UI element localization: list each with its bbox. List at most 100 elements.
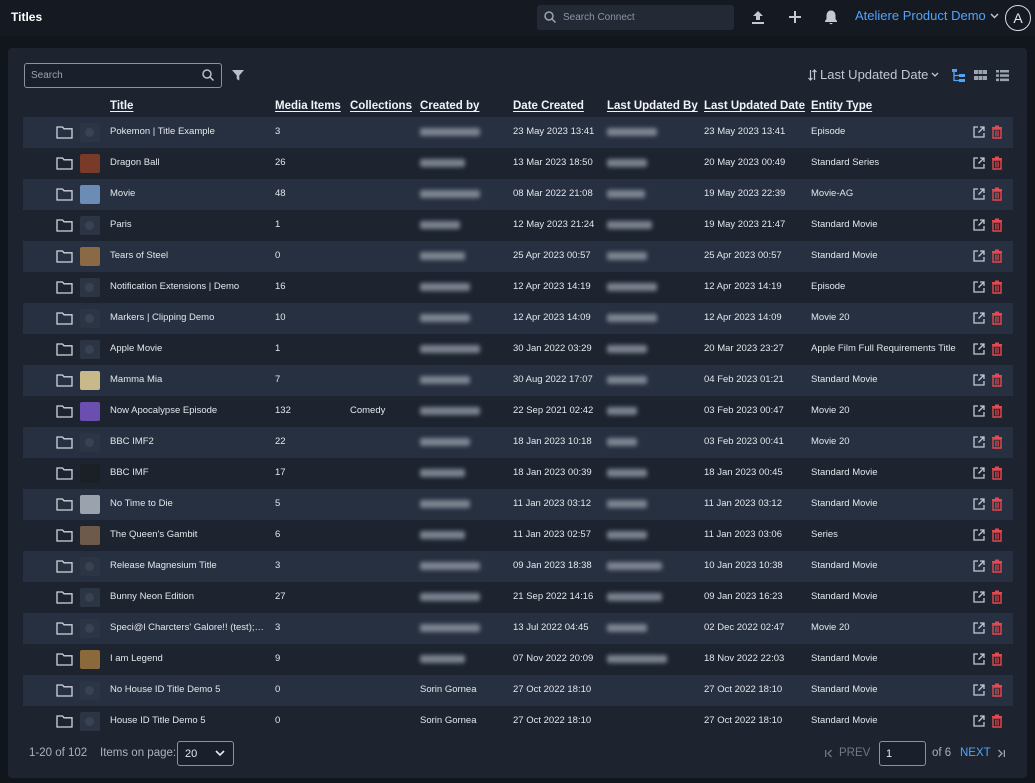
delete-icon[interactable] bbox=[991, 156, 1003, 170]
delete-icon[interactable] bbox=[991, 311, 1003, 325]
folder-icon[interactable] bbox=[56, 590, 73, 604]
delete-icon[interactable] bbox=[991, 714, 1003, 728]
table-row[interactable]: Dragon Ball 26 13 Mar 2023 18:50 20 May 202… bbox=[23, 148, 1013, 179]
folder-icon[interactable] bbox=[56, 714, 73, 728]
open-external-icon[interactable] bbox=[972, 404, 986, 418]
open-external-icon[interactable] bbox=[972, 528, 986, 542]
title-cell[interactable]: Tears of Steel bbox=[110, 250, 265, 261]
column-header-date-created[interactable]: Date Created bbox=[513, 100, 584, 112]
open-external-icon[interactable] bbox=[972, 590, 986, 604]
tree-view-icon[interactable] bbox=[951, 68, 966, 83]
column-header-created-by[interactable]: Created by bbox=[420, 100, 479, 112]
delete-icon[interactable] bbox=[991, 187, 1003, 201]
open-external-icon[interactable] bbox=[972, 497, 986, 511]
delete-icon[interactable] bbox=[991, 125, 1003, 139]
delete-icon[interactable] bbox=[991, 683, 1003, 697]
open-external-icon[interactable] bbox=[972, 683, 986, 697]
prev-page-button[interactable]: PREV bbox=[824, 747, 870, 759]
table-row[interactable]: Notification Extensions | Demo 16 12 Apr 2… bbox=[23, 272, 1013, 303]
folder-icon[interactable] bbox=[56, 497, 73, 511]
items-per-page-select[interactable]: 20 bbox=[177, 741, 234, 766]
folder-icon[interactable] bbox=[56, 528, 73, 542]
table-row[interactable]: The Queen's Gambit 6 11 Jan 2023 02:57 11 J… bbox=[23, 520, 1013, 551]
open-external-icon[interactable] bbox=[972, 435, 986, 449]
open-external-icon[interactable] bbox=[972, 714, 986, 728]
folder-icon[interactable] bbox=[56, 435, 73, 449]
title-cell[interactable]: Now Apocalypse Episode bbox=[110, 405, 265, 416]
open-external-icon[interactable] bbox=[972, 342, 986, 356]
title-cell[interactable]: I am Legend bbox=[110, 653, 265, 664]
open-external-icon[interactable] bbox=[972, 280, 986, 294]
global-search[interactable] bbox=[537, 5, 734, 30]
titles-search[interactable] bbox=[24, 63, 222, 88]
title-cell[interactable]: Movie bbox=[110, 188, 265, 199]
title-cell[interactable]: BBC IMF2 bbox=[110, 436, 265, 447]
delete-icon[interactable] bbox=[991, 249, 1003, 263]
folder-icon[interactable] bbox=[56, 187, 73, 201]
title-cell[interactable]: Paris bbox=[110, 219, 265, 230]
delete-icon[interactable] bbox=[991, 342, 1003, 356]
title-cell[interactable]: No House ID Title Demo 5 bbox=[110, 684, 265, 695]
folder-icon[interactable] bbox=[56, 466, 73, 480]
delete-icon[interactable] bbox=[991, 466, 1003, 480]
table-row[interactable]: Paris 1 12 May 2023 21:24 19 May 2023 21:47… bbox=[23, 210, 1013, 241]
organization-selector[interactable]: Ateliere Product Demo bbox=[855, 8, 999, 23]
open-external-icon[interactable] bbox=[972, 373, 986, 387]
folder-icon[interactable] bbox=[56, 683, 73, 697]
page-number-input[interactable] bbox=[879, 741, 926, 766]
title-cell[interactable]: Mamma Mia bbox=[110, 374, 265, 385]
title-cell[interactable]: Apple Movie bbox=[110, 343, 265, 354]
column-header-entity-type[interactable]: Entity Type bbox=[811, 100, 872, 112]
open-external-icon[interactable] bbox=[972, 125, 986, 139]
open-external-icon[interactable] bbox=[972, 621, 986, 635]
table-row[interactable]: Release Magnesium Title 3 09 Jan 2023 18:3… bbox=[23, 551, 1013, 582]
bell-icon[interactable] bbox=[821, 7, 841, 27]
delete-icon[interactable] bbox=[991, 528, 1003, 542]
list-view-icon[interactable] bbox=[995, 68, 1010, 83]
delete-icon[interactable] bbox=[991, 497, 1003, 511]
title-cell[interactable]: Speci@l Charcters' Galore!! (test); &... bbox=[110, 622, 265, 633]
title-cell[interactable]: Bunny Neon Edition bbox=[110, 591, 265, 602]
folder-icon[interactable] bbox=[56, 621, 73, 635]
folder-icon[interactable] bbox=[56, 373, 73, 387]
open-external-icon[interactable] bbox=[972, 187, 986, 201]
column-header-title[interactable]: Title bbox=[110, 100, 133, 112]
title-cell[interactable]: Release Magnesium Title bbox=[110, 560, 265, 571]
filter-icon[interactable] bbox=[231, 68, 245, 82]
sort-selector[interactable]: Last Updated Date bbox=[808, 67, 939, 82]
table-row[interactable]: Movie 48 08 Mar 2022 21:08 19 May 2023 22:3… bbox=[23, 179, 1013, 210]
open-external-icon[interactable] bbox=[972, 559, 986, 573]
open-external-icon[interactable] bbox=[972, 311, 986, 325]
column-header-last-updated-by[interactable]: Last Updated By bbox=[607, 100, 698, 112]
delete-icon[interactable] bbox=[991, 435, 1003, 449]
global-search-input[interactable] bbox=[563, 5, 728, 30]
folder-icon[interactable] bbox=[56, 652, 73, 666]
table-row[interactable]: Apple Movie 1 30 Jan 2022 03:29 20 Mar 2023… bbox=[23, 334, 1013, 365]
column-header-media-items[interactable]: Media Items bbox=[275, 100, 341, 112]
folder-icon[interactable] bbox=[56, 311, 73, 325]
title-cell[interactable]: BBC IMF bbox=[110, 467, 265, 478]
delete-icon[interactable] bbox=[991, 404, 1003, 418]
open-external-icon[interactable] bbox=[972, 156, 986, 170]
folder-icon[interactable] bbox=[56, 280, 73, 294]
title-cell[interactable]: Notification Extensions | Demo bbox=[110, 281, 265, 292]
title-cell[interactable]: Markers | Clipping Demo bbox=[110, 312, 265, 323]
open-external-icon[interactable] bbox=[972, 466, 986, 480]
table-row[interactable]: No House ID Title Demo 5 0 Sorin Gornea 27 … bbox=[23, 675, 1013, 706]
folder-icon[interactable] bbox=[56, 249, 73, 263]
open-external-icon[interactable] bbox=[972, 652, 986, 666]
open-external-icon[interactable] bbox=[972, 249, 986, 263]
table-row[interactable]: I am Legend 9 07 Nov 2022 20:09 18 Nov 2022… bbox=[23, 644, 1013, 675]
folder-icon[interactable] bbox=[56, 218, 73, 232]
delete-icon[interactable] bbox=[991, 621, 1003, 635]
column-header-last-updated-date[interactable]: Last Updated Date bbox=[704, 100, 805, 112]
table-row[interactable]: Bunny Neon Edition 27 21 Sep 2022 14:16 09 … bbox=[23, 582, 1013, 613]
title-cell[interactable]: The Queen's Gambit bbox=[110, 529, 265, 540]
titles-search-input[interactable] bbox=[31, 64, 191, 87]
delete-icon[interactable] bbox=[991, 280, 1003, 294]
table-row[interactable]: Speci@l Charcters' Galore!! (test); &...… bbox=[23, 613, 1013, 644]
title-cell[interactable]: House ID Title Demo 5 bbox=[110, 715, 265, 726]
delete-icon[interactable] bbox=[991, 218, 1003, 232]
table-row[interactable]: Mamma Mia 7 30 Aug 2022 17:07 04 Feb 2023 0… bbox=[23, 365, 1013, 396]
delete-icon[interactable] bbox=[991, 652, 1003, 666]
